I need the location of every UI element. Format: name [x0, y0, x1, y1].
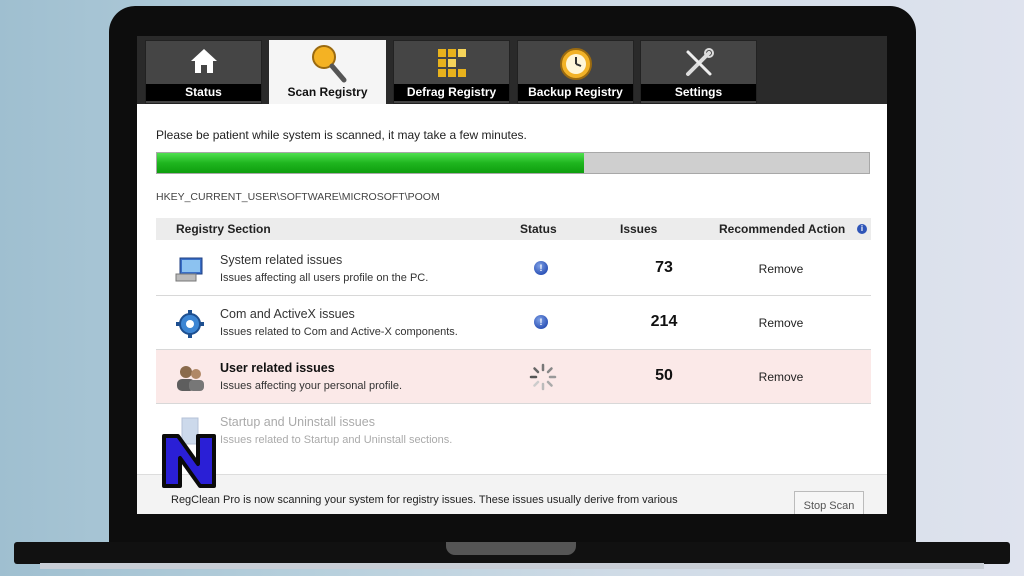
laptop-shadow — [40, 563, 984, 569]
tab-scan-registry[interactable]: Scan Registry — [269, 40, 386, 104]
channel-logo-icon — [162, 434, 216, 488]
scan-message: Please be patient while system is scanne… — [156, 128, 527, 142]
tab-bar: Status Scan Registry Defrag Registry Bac… — [137, 36, 887, 104]
row-description: Issues related to Com and Active-X compo… — [220, 326, 458, 338]
app-window: Status Scan Registry Defrag Registry Bac… — [137, 36, 887, 514]
tab-label: Defrag Registry — [394, 84, 509, 101]
issue-count: 214 — [650, 313, 678, 330]
row-title: Startup and Uninstall issues — [220, 415, 375, 429]
progress-fill — [157, 153, 585, 173]
row-description: Issues affecting all users profile on th… — [220, 272, 429, 284]
scan-progress-bar — [156, 152, 870, 174]
clock-backup-icon — [559, 48, 592, 80]
row-description: Issues related to Startup and Uninstall … — [220, 434, 453, 446]
tab-label: Backup Registry — [518, 84, 633, 101]
table-row[interactable]: Com and ActiveX issues Issues related to… — [156, 296, 871, 350]
issue-count: 50 — [655, 367, 673, 384]
info-status-icon: ! — [534, 315, 548, 329]
tab-backup-registry[interactable]: Backup Registry — [517, 40, 634, 104]
tools-icon — [685, 48, 714, 76]
issue-count: 73 — [655, 259, 673, 276]
remove-action[interactable]: Remove — [741, 370, 821, 384]
tab-defrag-registry[interactable]: Defrag Registry — [393, 40, 510, 104]
stop-scan-button[interactable]: Stop Scan — [794, 491, 864, 514]
row-title: User related issues — [220, 361, 335, 375]
loading-spinner-icon — [529, 363, 557, 391]
users-icon — [177, 366, 204, 391]
current-registry-key: HKEY_CURRENT_USER\SOFTWARE\MICROSOFT\POO… — [156, 191, 440, 203]
row-title: Com and ActiveX issues — [220, 307, 355, 321]
remove-action[interactable]: Remove — [741, 316, 821, 330]
info-icon[interactable]: i — [857, 224, 867, 234]
tab-label: Settings — [641, 84, 756, 101]
monitor-icon — [175, 257, 203, 282]
row-description: Issues affecting your personal profile. — [220, 380, 403, 392]
laptop-notch — [446, 542, 576, 555]
table-row[interactable]: User related issues Issues affecting you… — [156, 350, 871, 404]
info-status-icon: ! — [534, 261, 548, 275]
header-status: Status — [520, 222, 557, 236]
status-footer: RegClean Pro is now scanning your system… — [137, 474, 887, 514]
remove-action[interactable]: Remove — [741, 262, 821, 276]
table-row[interactable]: System related issues Issues affecting a… — [156, 242, 871, 296]
footer-message: RegClean Pro is now scanning your system… — [171, 494, 678, 506]
tab-settings[interactable]: Settings — [640, 40, 757, 104]
header-registry-section: Registry Section — [176, 222, 271, 236]
tab-status[interactable]: Status — [145, 40, 262, 104]
magnifier-icon — [311, 45, 346, 83]
header-recommended-action: Recommended Action — [719, 222, 846, 236]
tab-label: Status — [146, 84, 261, 101]
row-title: System related issues — [220, 253, 343, 267]
scan-panel: Please be patient while system is scanne… — [137, 104, 887, 514]
tab-label: Scan Registry — [270, 84, 385, 101]
laptop-base — [14, 542, 1010, 564]
table-row: Startup and Uninstall issues Issues rela… — [156, 404, 871, 458]
gear-icon — [176, 310, 204, 338]
defrag-blocks-icon — [437, 49, 466, 77]
header-issues: Issues — [620, 222, 658, 236]
home-icon — [190, 49, 217, 73]
table-header: Registry Section Status Issues Recommend… — [156, 218, 871, 240]
